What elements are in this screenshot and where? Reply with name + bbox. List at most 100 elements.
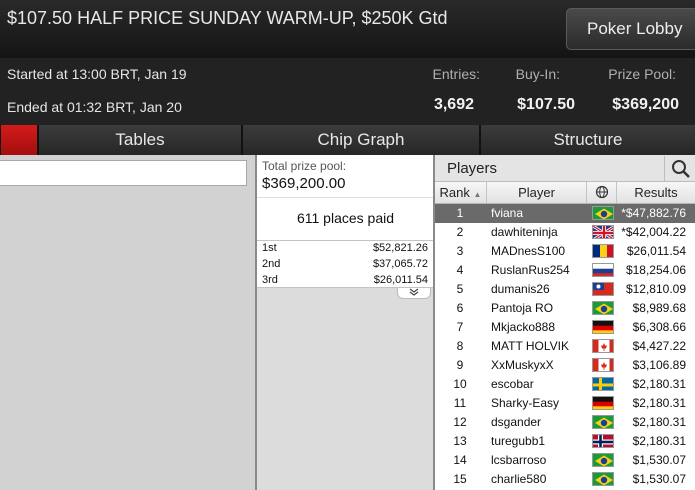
player-result: $8,989.68 [632,301,686,315]
player-row[interactable]: 7 Mkjacko888 $6,308.66 [435,318,695,337]
player-row[interactable]: 13 turegubb1 $2,180.31 [435,432,695,451]
column-player[interactable]: Player [487,182,587,203]
country-flag-icon [592,244,614,258]
column-rank[interactable]: Rank ▲ [435,182,487,203]
player-name: MADnesS100 [491,244,566,258]
payout-row: 1st $52,821.26 [257,241,434,257]
payout-place: 1st [262,242,277,254]
payout-amount: $37,065.72 [372,258,428,270]
filter-input[interactable] [0,160,247,186]
player-result: *$47,882.76 [621,206,686,220]
player-row[interactable]: 11 Sharky-Easy $2,180.31 [435,394,695,413]
tab-structure[interactable]: Structure [480,125,695,155]
prize-panel: Total prize pool: $369,200.00 611 places… [257,155,434,490]
player-result: $1,530.07 [632,453,686,467]
player-row[interactable]: 10 escobar $2,180.31 [435,375,695,394]
player-name: turegubb1 [491,434,546,448]
expand-payouts-icon[interactable] [397,288,431,299]
player-row[interactable]: 5 dumanis26 $12,810.09 [435,280,695,299]
entries-value: 3,692 [433,96,474,113]
tab-chip-graph[interactable]: Chip Graph [242,125,479,155]
column-results[interactable]: Results [617,182,695,203]
player-row[interactable]: 9 XxMuskyxX $3,106.89 [435,356,695,375]
player-row[interactable]: 8 MATT HOLVIK $4,427.22 [435,337,695,356]
tournament-lobby-window: $107.50 HALF PRICE SUNDAY WARM-UP, $250K… [0,0,695,490]
player-row[interactable]: 3 MADnesS100 $26,011.54 [435,242,695,261]
player-result: $18,254.06 [625,263,686,277]
tab-active-partial[interactable] [0,125,37,155]
country-flag-icon [592,453,614,467]
country-flag-icon [592,320,614,334]
payout-amount: $26,011.54 [373,274,428,286]
column-rank-label: Rank [439,185,470,200]
player-name: Pantoja RO [491,301,554,315]
player-rank: 3 [456,244,464,258]
player-rank: 4 [456,263,464,277]
player-name: Mkjacko888 [491,320,556,334]
payout-table: 1st $52,821.26 2nd $37,065.72 3rd $26,01… [257,240,434,288]
player-result: $2,180.31 [632,396,686,410]
sort-ascending-icon: ▲ [473,190,482,199]
player-row[interactable]: 6 Pantoja RO $8,989.68 [435,299,695,318]
player-name: dumanis26 [491,282,550,296]
payout-place: 2nd [262,258,281,270]
player-row[interactable]: 4 RuslanRus254 $18,254.06 [435,261,695,280]
players-panel: Players Rank ▲ Player Results 1 fviana *$4… [435,155,695,490]
started-time: Started at 13:00 BRT, Jan 19 [7,66,187,82]
player-name: dawhiteninja [491,225,558,239]
player-name: Sharky-Easy [491,396,560,410]
country-flag-icon [592,434,614,448]
player-result: $2,180.31 [632,377,686,391]
payout-row: 2nd $37,065.72 [257,257,434,273]
buyin-label: Buy-In: [515,66,560,82]
player-rank: 2 [456,225,464,239]
player-result: $2,180.31 [632,434,686,448]
entries-label: Entries: [432,66,480,82]
player-rank: 5 [456,282,464,296]
poker-lobby-button[interactable]: Poker Lobby [566,8,695,50]
player-rank: 9 [456,358,464,372]
country-flag-icon [592,472,614,486]
ended-time: Ended at 01:32 BRT, Jan 20 [7,99,182,115]
player-result: $6,308.66 [632,320,686,334]
player-rank: 10 [453,377,467,391]
player-result: $26,011.54 [626,244,686,258]
players-header: Players [435,155,695,182]
player-name: XxMuskyxX [491,358,554,372]
country-flag-icon [592,301,614,315]
players-title: Players [447,160,498,177]
total-prize-value: $369,200.00 [262,175,346,192]
prizepool-label: Prize Pool: [608,66,676,82]
player-rank: 7 [456,320,464,334]
player-rank: 1 [456,206,464,220]
player-name: lcsbarroso [491,453,547,467]
player-row[interactable]: 1 fviana *$47,882.76 [435,204,695,223]
country-flag-icon [592,396,614,410]
globe-icon[interactable] [587,182,617,203]
tab-tables[interactable]: Tables [38,125,241,155]
player-result: $1,530.07 [632,472,686,486]
country-flag-icon [592,206,614,220]
player-row[interactable]: 2 dawhiteninja *$42,004.22 [435,223,695,242]
player-name: RuslanRus254 [491,263,570,277]
payout-place: 3rd [262,274,278,286]
player-result: $12,810.09 [625,282,686,296]
players-column-header: Rank ▲ Player Results [435,182,695,204]
country-flag-icon [592,377,614,391]
total-prize-label: Total prize pool: [262,159,347,173]
country-flag-icon [592,263,614,277]
player-row[interactable]: 14 lcsbarroso $1,530.07 [435,451,695,470]
search-icon[interactable] [664,156,695,181]
tournament-title: $107.50 HALF PRICE SUNDAY WARM-UP, $250K… [7,8,448,28]
total-prize-box: Total prize pool: $369,200.00 [257,155,434,197]
player-result: $4,427.22 [632,339,686,353]
player-row[interactable]: 15 charlie580 $1,530.07 [435,470,695,489]
player-rank: 11 [453,396,467,410]
player-name: MATT HOLVIK [491,339,570,353]
country-flag-icon [592,225,614,239]
buyin-value: $107.50 [517,96,575,113]
title-bar: $107.50 HALF PRICE SUNDAY WARM-UP, $250K… [0,0,695,58]
prizepool-value: $369,200 [612,96,679,113]
player-row[interactable]: 12 dsgander $2,180.31 [435,413,695,432]
player-rank: 8 [456,339,464,353]
